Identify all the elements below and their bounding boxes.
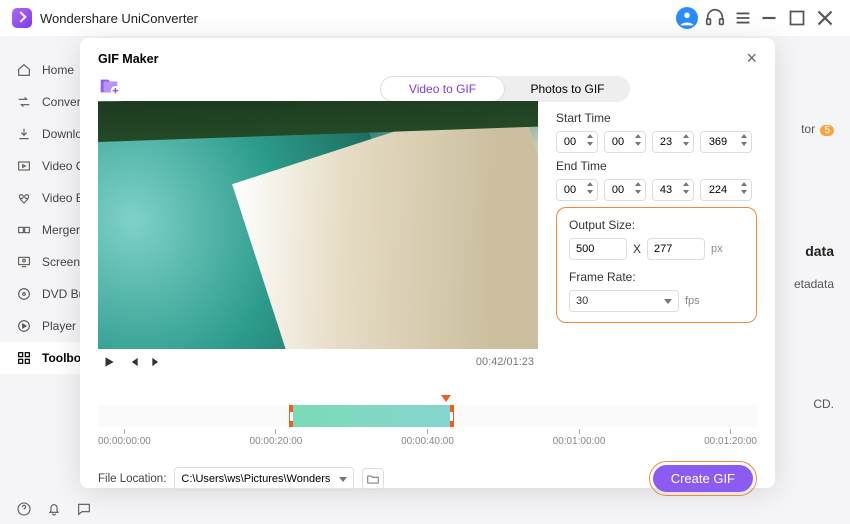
gif-maker-modal: GIF Maker × Video to GIF Photos to GIF 0… (80, 38, 775, 488)
nav-label: Downloader (42, 127, 80, 141)
nav-label: Home (42, 63, 74, 77)
output-width[interactable] (569, 238, 627, 260)
tick-label: 00:01:20:00 (704, 429, 757, 447)
nav-label: Video Editor (42, 191, 80, 205)
bell-icon[interactable] (46, 501, 62, 517)
nav-label: DVD Burner (42, 287, 80, 301)
end-time-label: End Time (556, 159, 757, 173)
timeline-ticks: 00:00:00:00 00:00:20:00 00:00:40:00 00:01:0… (98, 429, 757, 447)
background-text: tor 5 data etadata CD. (794, 114, 834, 419)
nav-downloader[interactable]: Downloader (0, 118, 80, 150)
end-seconds[interactable] (652, 179, 694, 201)
mode-tabs: Video to GIF Photos to GIF (380, 76, 630, 102)
tick-label: 00:00:00:00 (98, 429, 151, 447)
video-preview[interactable] (98, 101, 538, 349)
nav-label: Merger (42, 223, 80, 237)
nav-home[interactable]: Home (0, 54, 80, 86)
start-minutes[interactable] (604, 131, 646, 153)
nav-label: Screen Recorder (42, 255, 80, 269)
nav-toolbox[interactable]: Toolbox (0, 342, 80, 374)
nav-label: Player (42, 319, 76, 333)
create-gif-button[interactable]: Create GIF (653, 465, 753, 492)
prev-frame-icon[interactable] (126, 355, 140, 369)
end-hours[interactable] (556, 179, 598, 201)
start-ms[interactable] (700, 131, 752, 153)
hamburger-icon[interactable] (732, 7, 754, 29)
file-location-label: File Location: (98, 473, 166, 485)
start-seconds[interactable] (652, 131, 694, 153)
end-minutes[interactable] (604, 179, 646, 201)
nav-label: Converter (42, 95, 80, 109)
start-hours[interactable] (556, 131, 598, 153)
next-frame-icon[interactable] (150, 355, 164, 369)
output-height[interactable] (647, 238, 705, 260)
window-minimize[interactable] (756, 5, 782, 31)
frame-rate-select[interactable]: 30 (569, 290, 679, 312)
nav-converter[interactable]: Converter (0, 86, 80, 118)
px-unit: px (711, 243, 723, 255)
app-logo (12, 8, 32, 28)
playback-time: 00:42/01:23 (476, 356, 534, 368)
file-location-select[interactable]: C:\Users\ws\Pictures\Wonders (174, 467, 354, 491)
nav-recorder[interactable]: Screen Recorder (0, 246, 80, 278)
tick-label: 00:01:00:00 (553, 429, 606, 447)
add-file-button[interactable] (98, 75, 120, 97)
x-separator: X (633, 242, 641, 256)
start-time-label: Start Time (556, 111, 757, 125)
nav-label: Toolbox (42, 351, 80, 365)
nav-merger[interactable]: Merger (0, 214, 80, 246)
nav-compressor[interactable]: Video Compressor (0, 150, 80, 182)
help-icon[interactable] (16, 501, 32, 517)
end-ms[interactable] (700, 179, 752, 201)
tick-label: 00:00:40:00 (401, 429, 454, 447)
modal-title: GIF Maker (98, 52, 158, 66)
app-title: Wondershare UniConverter (40, 11, 198, 26)
timeline-range[interactable] (289, 405, 454, 427)
headset-icon[interactable] (704, 7, 726, 29)
fps-unit: fps (685, 295, 700, 307)
window-maximize[interactable] (784, 5, 810, 31)
nav-editor[interactable]: Video Editor (0, 182, 80, 214)
sidebar: Home Converter Downloader Video Compress… (0, 36, 80, 494)
tick-label: 00:00:20:00 (250, 429, 303, 447)
tab-video-to-gif[interactable]: Video to GIF (380, 76, 505, 102)
close-icon[interactable]: × (746, 48, 757, 69)
timeline-playhead[interactable] (441, 395, 451, 402)
timeline[interactable]: 00:00:00:00 00:00:20:00 00:00:40:00 00:01:0… (98, 397, 757, 447)
open-folder-button[interactable] (362, 468, 384, 490)
window-close[interactable] (812, 5, 838, 31)
feedback-icon[interactable] (76, 501, 92, 517)
tab-photos-to-gif[interactable]: Photos to GIF (505, 76, 630, 102)
account-avatar[interactable] (676, 7, 698, 29)
frame-rate-label: Frame Rate: (569, 270, 744, 284)
nav-dvd[interactable]: DVD Burner (0, 278, 80, 310)
nav-label: Video Compressor (42, 159, 80, 173)
output-size-label: Output Size: (569, 218, 744, 232)
play-icon[interactable] (102, 355, 116, 369)
output-panel: Output Size: X px Frame Rate: 30 fps (556, 207, 757, 323)
nav-player[interactable]: Player (0, 310, 80, 342)
